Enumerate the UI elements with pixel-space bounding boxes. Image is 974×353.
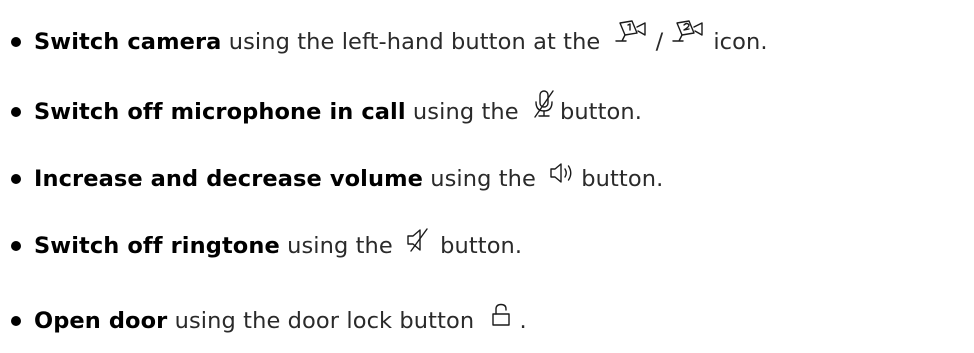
item-text: using the	[279, 233, 401, 259]
list-item-microphone-off: Switch off microphone in call using the …	[0, 89, 643, 132]
item-title: Switch off microphone in call	[34, 99, 406, 125]
item-text-end: button.	[559, 99, 643, 125]
microphone-off-icon	[532, 89, 556, 119]
item-text: using the left-hand button at the	[221, 29, 608, 55]
bullet	[11, 107, 21, 117]
list-item-open-door: Open door using the door lock button .	[0, 301, 527, 341]
feature-list: Switch camera using the left-hand button…	[0, 0, 974, 353]
item-title: Increase and decrease volume	[34, 166, 423, 192]
bullet	[11, 174, 21, 184]
item-text-end: button.	[440, 233, 523, 259]
item-title: Switch camera	[34, 29, 222, 55]
bullet	[11, 316, 21, 326]
item-text-end: button.	[581, 166, 664, 192]
camera-1-icon	[614, 19, 648, 45]
item-text: using the door lock button	[167, 308, 482, 334]
item-text-end: icon.	[713, 29, 768, 55]
item-title: Switch off ringtone	[34, 233, 280, 259]
list-item-switch-camera: Switch camera using the left-hand button…	[0, 19, 768, 62]
item-title: Open door	[34, 308, 168, 334]
item-text: using the	[405, 99, 526, 125]
bullet	[11, 37, 21, 47]
lock-open-icon	[491, 303, 511, 327]
item-text: using the	[422, 166, 544, 192]
bullet	[11, 241, 21, 251]
camera-2-icon	[671, 19, 705, 45]
list-item-ringtone-off: Switch off ringtone using the button.	[0, 226, 522, 266]
speaker-mute-icon	[406, 227, 430, 253]
list-item-volume: Increase and decrease volume using the b…	[0, 159, 663, 199]
item-text-end: .	[519, 308, 527, 334]
speaker-volume-icon	[549, 162, 575, 184]
icon-separator: /	[655, 29, 664, 55]
